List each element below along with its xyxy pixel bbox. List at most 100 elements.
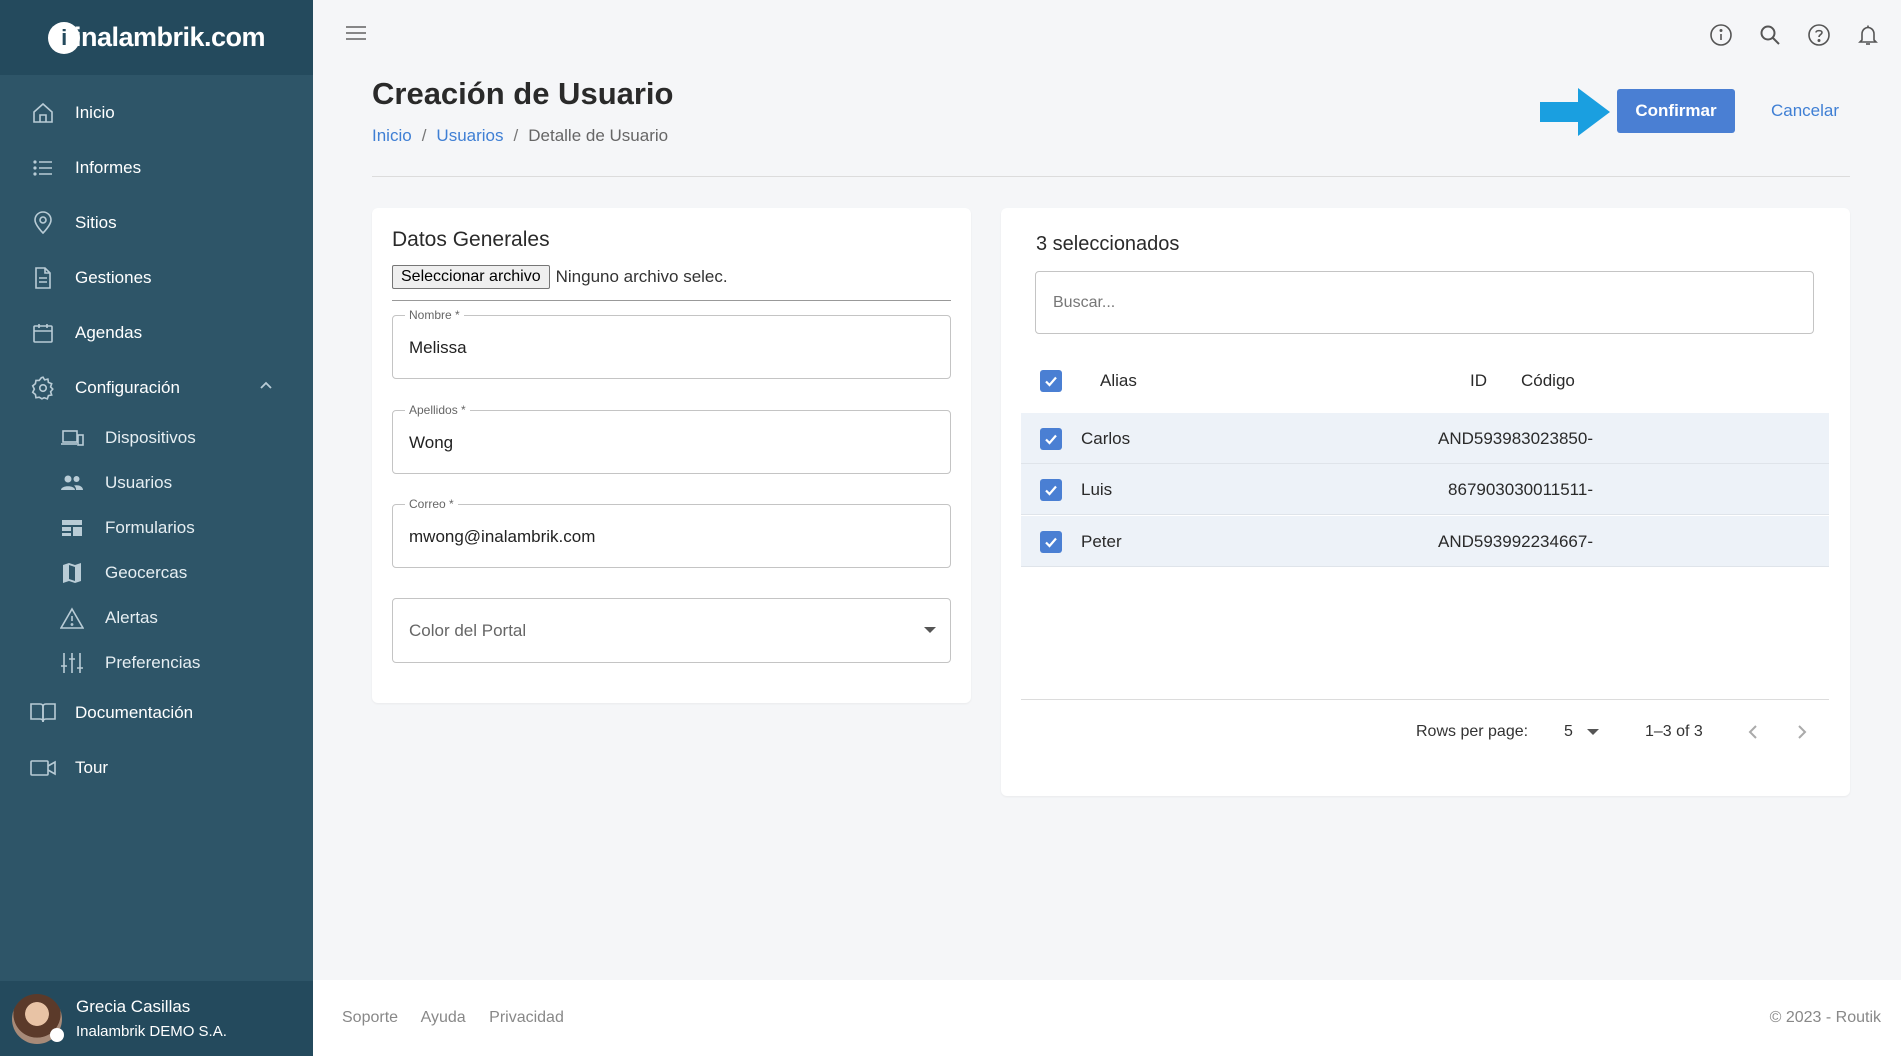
row-alias: Luis: [1081, 480, 1113, 499]
breadcrumb: Inicio / Usuarios / Detalle de Usuario: [372, 126, 668, 146]
bell-icon[interactable]: [1855, 22, 1881, 48]
sidebar-item-sitios[interactable]: Sitios: [0, 195, 313, 250]
table-row[interactable]: Luis 867903030011511-: [1021, 464, 1829, 515]
field-label: Correo *: [405, 497, 458, 511]
sidebar-item-configuracion[interactable]: Configuración: [0, 360, 313, 415]
sidebar-subitem-label: Dispositivos: [105, 427, 196, 447]
row-checkbox[interactable]: [1040, 531, 1062, 553]
file-status: Ninguno archivo selec.: [555, 267, 728, 286]
rows-per-page-label: Rows per page:: [1416, 723, 1529, 740]
header-divider: [372, 176, 1850, 177]
search-input[interactable]: [1035, 271, 1814, 334]
portal-color-select[interactable]: Color del Portal: [392, 598, 951, 663]
footer-link-soporte[interactable]: Soporte: [342, 1009, 398, 1026]
gear-icon: [30, 375, 56, 401]
caret-down-icon: [1587, 729, 1600, 735]
sidebar-item-label: Gestiones: [75, 267, 152, 287]
footer-links: Soporte Ayuda Privacidad: [342, 1009, 583, 1027]
selected-count: 3 seleccionados: [1036, 233, 1180, 255]
row-alias: Carlos: [1081, 429, 1131, 448]
column-header-id[interactable]: ID: [1470, 371, 1487, 391]
help-icon[interactable]: [1806, 22, 1832, 48]
row-checkbox[interactable]: [1040, 428, 1062, 450]
first-name-field[interactable]: Nombre * Melissa: [392, 308, 951, 379]
sidebar-item-label: Tour: [75, 757, 109, 777]
info-icon[interactable]: [1708, 22, 1734, 48]
home-icon: [30, 100, 56, 126]
field-label: Nombre *: [405, 308, 464, 322]
sidebar-item-label: Inicio: [75, 102, 115, 122]
map-icon: [60, 561, 84, 585]
status-dot: [50, 1027, 64, 1042]
sidebar-item-label: Documentación: [75, 702, 194, 722]
table-row[interactable]: Peter AND593992234667-: [1021, 516, 1829, 567]
sidebar-subitem-usuarios[interactable]: Usuarios: [0, 460, 313, 505]
footer-link-ayuda[interactable]: Ayuda: [421, 1009, 466, 1026]
search-icon[interactable]: [1757, 22, 1783, 48]
footer-link-privacidad[interactable]: Privacidad: [489, 1009, 564, 1026]
book-icon: [30, 700, 56, 726]
table-row[interactable]: Carlos AND593983023850-: [1021, 413, 1829, 464]
chevron-left-icon[interactable]: [1745, 723, 1761, 746]
calendar-icon: [30, 320, 56, 346]
devices-icon: [60, 426, 84, 450]
arrow-right-icon: [1540, 88, 1610, 141]
rows-per-page-select[interactable]: 5: [1564, 723, 1600, 741]
logo-bar: i inalambrik.com: [0, 0, 313, 75]
select-placeholder: Color del Portal: [409, 621, 527, 640]
confirm-button[interactable]: Confirmar: [1617, 89, 1735, 133]
table-header: Alias ID Código: [1021, 356, 1829, 406]
choose-file-button[interactable]: Seleccionar archivo: [392, 265, 550, 289]
sidebar-item-tour[interactable]: Tour: [0, 740, 313, 795]
sidebar-subitem-alertas[interactable]: Alertas: [0, 595, 313, 640]
sidebar-item-informes[interactable]: Informes: [0, 140, 313, 195]
footer: Soporte Ayuda Privacidad © 2023 - Routik: [313, 980, 1901, 1056]
field-value: mwong@inalambrik.com: [409, 527, 596, 546]
sidebar-subitem-geocercas[interactable]: Geocercas: [0, 550, 313, 595]
row-checkbox[interactable]: [1040, 479, 1062, 501]
sidebar-subitem-formularios[interactable]: Formularios: [0, 505, 313, 550]
cancel-button[interactable]: Cancelar: [1755, 89, 1855, 133]
sidebar-item-inicio[interactable]: Inicio: [0, 85, 313, 140]
user-name: Grecia Casillas: [76, 997, 191, 1016]
sidebar-subitem-label: Geocercas: [105, 562, 188, 582]
list-icon: [30, 155, 56, 181]
section-title: Datos Generales: [392, 228, 550, 251]
sliders-icon: [60, 651, 84, 675]
select-all-checkbox[interactable]: [1040, 370, 1062, 392]
breadcrumb-usuarios[interactable]: Usuarios: [436, 126, 503, 145]
sidebar-item-gestiones[interactable]: Gestiones: [0, 250, 313, 305]
row-alias: Peter: [1081, 532, 1122, 551]
column-header-alias[interactable]: Alias: [1100, 371, 1137, 391]
sidebar-item-documentacion[interactable]: Documentación: [0, 685, 313, 740]
breadcrumb-inicio[interactable]: Inicio: [372, 126, 412, 145]
breadcrumb-current: Detalle de Usuario: [528, 126, 669, 145]
chevron-right-icon[interactable]: [1794, 723, 1810, 746]
column-header-codigo[interactable]: Código: [1521, 371, 1575, 391]
breadcrumb-separator: /: [421, 126, 427, 145]
brand-logo[interactable]: i inalambrik.com: [47, 21, 266, 54]
sidebar-subitem-label: Usuarios: [105, 472, 173, 492]
warning-icon: [60, 606, 84, 630]
chevron-up-icon[interactable]: [259, 378, 273, 398]
sidebar-nav: Inicio Informes Sitios Gestiones Agendas: [0, 75, 313, 795]
document-icon: [30, 265, 56, 291]
email-field[interactable]: Correo * mwong@inalambrik.com: [392, 497, 951, 568]
page-title: Creación de Usuario: [372, 76, 674, 111]
sidebar-item-label: Configuración: [75, 377, 180, 397]
last-name-field[interactable]: Apellidos * Wong: [392, 403, 951, 474]
video-icon: [30, 755, 56, 781]
topbar-actions: [1708, 22, 1881, 48]
table-divider: [1021, 699, 1829, 700]
row-id: 867903030011511-: [1448, 480, 1593, 499]
sidebar-item-agendas[interactable]: Agendas: [0, 305, 313, 360]
sidebar-subitem-dispositivos[interactable]: Dispositivos: [0, 415, 313, 460]
user-profile[interactable]: Grecia Casillas Inalambrik DEMO S.A.: [0, 981, 313, 1056]
logo-text: inalambrik.com: [73, 22, 266, 52]
menu-icon[interactable]: [345, 22, 367, 49]
sidebar-subitem-label: Formularios: [105, 517, 195, 537]
row-id: AND593992234667-: [1437, 532, 1593, 551]
general-data-card: Datos Generales Seleccionar archivo Ning…: [372, 208, 971, 703]
sidebar-subitem-preferencias[interactable]: Preferencias: [0, 640, 313, 685]
row-id: AND593983023850-: [1437, 429, 1593, 448]
